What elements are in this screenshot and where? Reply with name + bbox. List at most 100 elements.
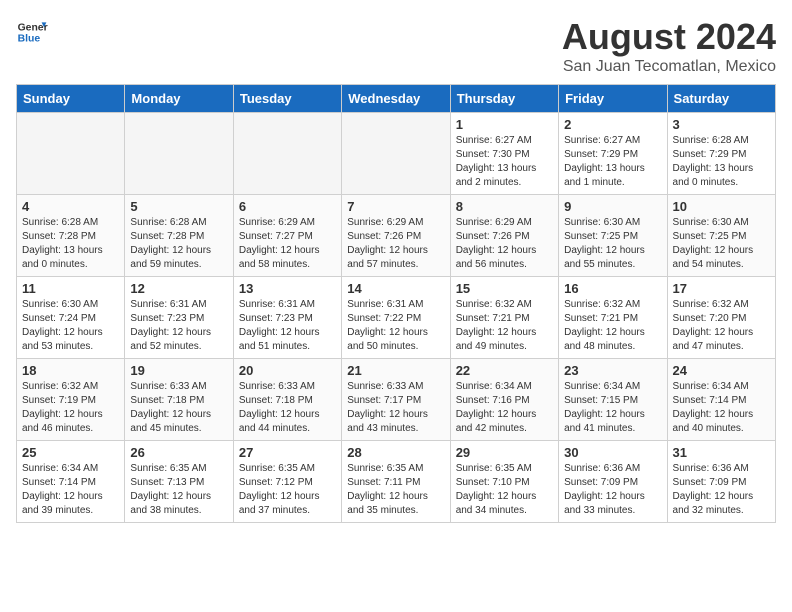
day-number: 4 bbox=[22, 199, 119, 214]
day-number: 27 bbox=[239, 445, 336, 460]
location: San Juan Tecomatlan, Mexico bbox=[562, 58, 776, 76]
calendar-day-cell: 26 Sunrise: 6:35 AMSunset: 7:13 PMDayligh… bbox=[125, 441, 233, 523]
day-info: Sunrise: 6:30 AMSunset: 7:25 PMDaylight:… bbox=[673, 216, 770, 272]
day-of-week-header: Wednesday bbox=[342, 85, 450, 113]
day-info: Sunrise: 6:31 AMSunset: 7:23 PMDaylight:… bbox=[239, 298, 336, 354]
day-info: Sunrise: 6:35 AMSunset: 7:13 PMDaylight:… bbox=[130, 462, 227, 518]
calendar-day-cell: 7Sunrise: 6:29 AMSunset: 7:26 PMDaylight… bbox=[342, 195, 450, 277]
day-number: 21 bbox=[347, 363, 444, 378]
day-number: 9 bbox=[564, 199, 661, 214]
calendar-table: SundayMondayTuesdayWednesdayThursdayFrid… bbox=[16, 84, 776, 523]
day-info: Sunrise: 6:32 AMSunset: 7:20 PMDaylight:… bbox=[673, 298, 770, 354]
day-number: 7 bbox=[347, 199, 444, 214]
day-info: Sunrise: 6:35 AMSunset: 7:10 PMDaylight:… bbox=[456, 462, 553, 518]
day-number: 3 bbox=[673, 117, 770, 132]
logo-icon: General Blue bbox=[16, 16, 48, 48]
day-number: 17 bbox=[673, 281, 770, 296]
day-number: 15 bbox=[456, 281, 553, 296]
day-info: Sunrise: 6:28 AMSunset: 7:28 PMDaylight:… bbox=[22, 216, 119, 272]
day-number: 25 bbox=[22, 445, 119, 460]
day-info: Sunrise: 6:34 AMSunset: 7:14 PMDaylight:… bbox=[22, 462, 119, 518]
calendar-day-cell bbox=[17, 113, 125, 195]
calendar-day-cell: 14 Sunrise: 6:31 AMSunset: 7:22 PMDayligh… bbox=[342, 277, 450, 359]
day-of-week-header: Friday bbox=[559, 85, 667, 113]
title-block: August 2024 San Juan Tecomatlan, Mexico bbox=[562, 16, 776, 76]
day-info: Sunrise: 6:27 AMSunset: 7:29 PMDaylight:… bbox=[564, 134, 661, 190]
calendar-day-cell: 9 Sunrise: 6:30 AMSunset: 7:25 PMDaylight… bbox=[559, 195, 667, 277]
day-info: Sunrise: 6:33 AMSunset: 7:18 PMDaylight:… bbox=[130, 380, 227, 436]
day-info: Sunrise: 6:32 AMSunset: 7:21 PMDaylight:… bbox=[564, 298, 661, 354]
day-of-week-header: Tuesday bbox=[233, 85, 341, 113]
calendar-day-cell: 24Sunrise: 6:34 AMSunset: 7:14 PMDayligh… bbox=[667, 359, 775, 441]
calendar-day-cell: 25 Sunrise: 6:34 AMSunset: 7:14 PMDayligh… bbox=[17, 441, 125, 523]
day-of-week-header: Monday bbox=[125, 85, 233, 113]
calendar-day-cell: 11Sunrise: 6:30 AMSunset: 7:24 PMDayligh… bbox=[17, 277, 125, 359]
day-info: Sunrise: 6:35 AMSunset: 7:12 PMDaylight:… bbox=[239, 462, 336, 518]
calendar-day-cell: 16 Sunrise: 6:32 AMSunset: 7:21 PMDayligh… bbox=[559, 277, 667, 359]
day-number: 26 bbox=[130, 445, 227, 460]
calendar-week-row: 18 Sunrise: 6:32 AMSunset: 7:19 PMDayligh… bbox=[17, 359, 776, 441]
day-info: Sunrise: 6:28 AMSunset: 7:28 PMDaylight:… bbox=[130, 216, 227, 272]
day-number: 16 bbox=[564, 281, 661, 296]
calendar-week-row: 4 Sunrise: 6:28 AMSunset: 7:28 PMDaylight… bbox=[17, 195, 776, 277]
calendar-day-cell: 22 Sunrise: 6:34 AMSunset: 7:16 PMDayligh… bbox=[450, 359, 558, 441]
calendar-day-cell: 1 Sunrise: 6:27 AMSunset: 7:30 PMDaylight… bbox=[450, 113, 558, 195]
calendar-day-cell: 19 Sunrise: 6:33 AMSunset: 7:18 PMDayligh… bbox=[125, 359, 233, 441]
calendar-day-cell: 30Sunrise: 6:36 AMSunset: 7:09 PMDayligh… bbox=[559, 441, 667, 523]
day-number: 29 bbox=[456, 445, 553, 460]
calendar-day-cell: 13 Sunrise: 6:31 AMSunset: 7:23 PMDayligh… bbox=[233, 277, 341, 359]
day-info: Sunrise: 6:29 AMSunset: 7:27 PMDaylight:… bbox=[239, 216, 336, 272]
calendar-day-cell: 21Sunrise: 6:33 AMSunset: 7:17 PMDayligh… bbox=[342, 359, 450, 441]
day-info: Sunrise: 6:27 AMSunset: 7:30 PMDaylight:… bbox=[456, 134, 553, 190]
day-info: Sunrise: 6:33 AMSunset: 7:18 PMDaylight:… bbox=[239, 380, 336, 436]
day-number: 11 bbox=[22, 281, 119, 296]
calendar-week-row: 25 Sunrise: 6:34 AMSunset: 7:14 PMDayligh… bbox=[17, 441, 776, 523]
day-of-week-header: Sunday bbox=[17, 85, 125, 113]
day-info: Sunrise: 6:34 AMSunset: 7:16 PMDaylight:… bbox=[456, 380, 553, 436]
day-of-week-header: Saturday bbox=[667, 85, 775, 113]
day-number: 13 bbox=[239, 281, 336, 296]
calendar-day-cell bbox=[125, 113, 233, 195]
day-number: 8 bbox=[456, 199, 553, 214]
day-number: 10 bbox=[673, 199, 770, 214]
calendar-day-cell: 31Sunrise: 6:36 AMSunset: 7:09 PMDayligh… bbox=[667, 441, 775, 523]
page-header: General Blue August 2024 San Juan Tecoma… bbox=[16, 16, 776, 76]
calendar-day-cell: 27 Sunrise: 6:35 AMSunset: 7:12 PMDayligh… bbox=[233, 441, 341, 523]
day-of-week-header: Thursday bbox=[450, 85, 558, 113]
calendar-day-cell: 10 Sunrise: 6:30 AMSunset: 7:25 PMDayligh… bbox=[667, 195, 775, 277]
calendar-day-cell: 28Sunrise: 6:35 AMSunset: 7:11 PMDayligh… bbox=[342, 441, 450, 523]
calendar-day-cell: 6Sunrise: 6:29 AMSunset: 7:27 PMDaylight… bbox=[233, 195, 341, 277]
day-number: 2 bbox=[564, 117, 661, 132]
calendar-day-cell: 4 Sunrise: 6:28 AMSunset: 7:28 PMDaylight… bbox=[17, 195, 125, 277]
day-number: 5 bbox=[130, 199, 227, 214]
day-info: Sunrise: 6:31 AMSunset: 7:22 PMDaylight:… bbox=[347, 298, 444, 354]
calendar-day-cell: 8 Sunrise: 6:29 AMSunset: 7:26 PMDaylight… bbox=[450, 195, 558, 277]
day-number: 22 bbox=[456, 363, 553, 378]
day-number: 28 bbox=[347, 445, 444, 460]
day-info: Sunrise: 6:29 AMSunset: 7:26 PMDaylight:… bbox=[456, 216, 553, 272]
calendar-day-cell: 18 Sunrise: 6:32 AMSunset: 7:19 PMDayligh… bbox=[17, 359, 125, 441]
day-info: Sunrise: 6:30 AMSunset: 7:25 PMDaylight:… bbox=[564, 216, 661, 272]
calendar-day-cell: 2 Sunrise: 6:27 AMSunset: 7:29 PMDaylight… bbox=[559, 113, 667, 195]
calendar-day-cell: 12Sunrise: 6:31 AMSunset: 7:23 PMDayligh… bbox=[125, 277, 233, 359]
calendar-day-cell: 3 Sunrise: 6:28 AMSunset: 7:29 PMDaylight… bbox=[667, 113, 775, 195]
day-number: 24 bbox=[673, 363, 770, 378]
calendar-day-cell: 29 Sunrise: 6:35 AMSunset: 7:10 PMDayligh… bbox=[450, 441, 558, 523]
svg-text:Blue: Blue bbox=[18, 34, 41, 45]
day-number: 1 bbox=[456, 117, 553, 132]
day-info: Sunrise: 6:28 AMSunset: 7:29 PMDaylight:… bbox=[673, 134, 770, 190]
calendar-day-cell: 20Sunrise: 6:33 AMSunset: 7:18 PMDayligh… bbox=[233, 359, 341, 441]
day-info: Sunrise: 6:31 AMSunset: 7:23 PMDaylight:… bbox=[130, 298, 227, 354]
logo: General Blue bbox=[16, 16, 48, 48]
day-number: 18 bbox=[22, 363, 119, 378]
calendar-day-cell bbox=[342, 113, 450, 195]
day-number: 30 bbox=[564, 445, 661, 460]
calendar-day-cell: 23Sunrise: 6:34 AMSunset: 7:15 PMDayligh… bbox=[559, 359, 667, 441]
calendar-day-cell: 15Sunrise: 6:32 AMSunset: 7:21 PMDayligh… bbox=[450, 277, 558, 359]
calendar-week-row: 11Sunrise: 6:30 AMSunset: 7:24 PMDayligh… bbox=[17, 277, 776, 359]
calendar-day-cell: 5 Sunrise: 6:28 AMSunset: 7:28 PMDaylight… bbox=[125, 195, 233, 277]
day-info: Sunrise: 6:34 AMSunset: 7:15 PMDaylight:… bbox=[564, 380, 661, 436]
day-number: 14 bbox=[347, 281, 444, 296]
day-number: 19 bbox=[130, 363, 227, 378]
day-info: Sunrise: 6:32 AMSunset: 7:19 PMDaylight:… bbox=[22, 380, 119, 436]
